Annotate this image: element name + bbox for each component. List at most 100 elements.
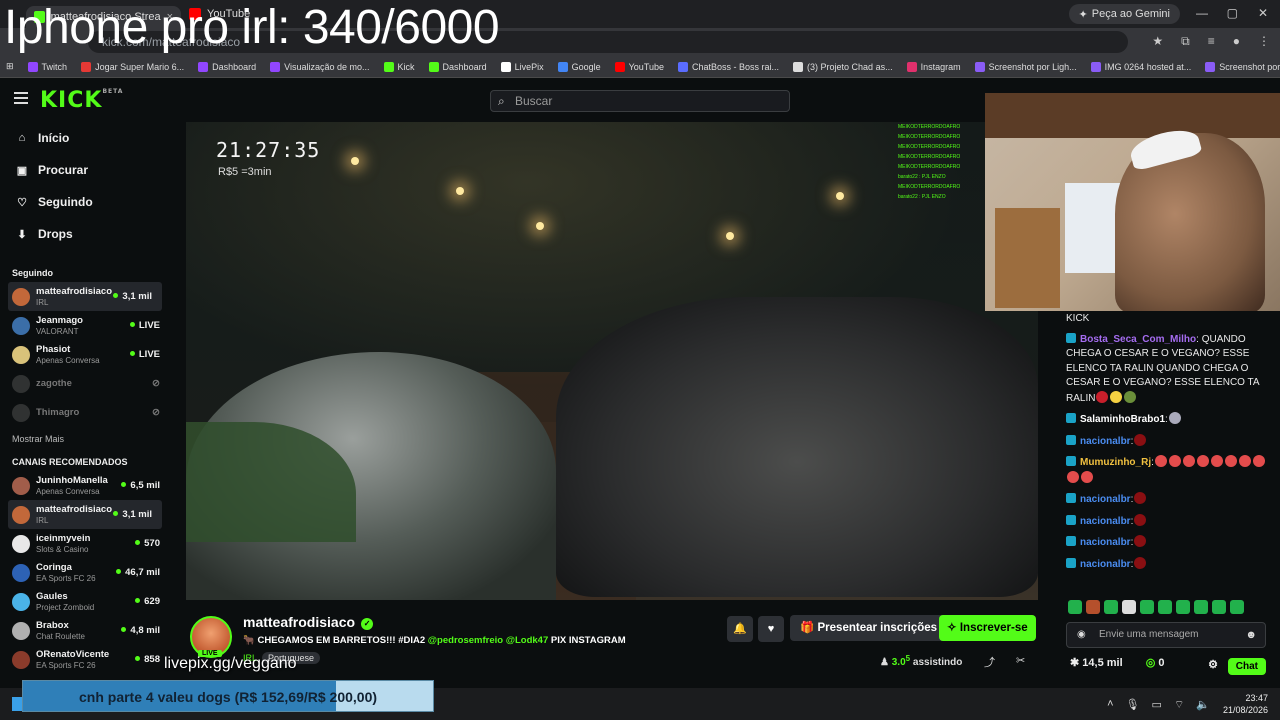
title-mention[interactable]: @Lodk47 xyxy=(506,635,549,646)
taskbar-clock[interactable]: 23:47 21/08/2026 xyxy=(1223,692,1268,716)
chat-username[interactable]: SalaminhoBrabo1 xyxy=(1080,414,1165,425)
kick-logo[interactable]: KICKBETA xyxy=(40,88,123,113)
close-window-icon[interactable]: ✕ xyxy=(1258,6,1268,20)
emote-icon[interactable] xyxy=(1086,600,1100,614)
emoji-icon[interactable]: ☻ xyxy=(1245,623,1257,647)
emote-icon[interactable] xyxy=(1068,600,1082,614)
chat-username[interactable]: nacionalbr xyxy=(1080,537,1131,548)
bookmark-item[interactable]: Twitch xyxy=(27,61,67,72)
menu-icon[interactable]: ⋮ xyxy=(1258,34,1270,49)
chat-username[interactable]: nacionalbr xyxy=(1080,494,1131,505)
channel-item[interactable]: Phasiot Apenas Conversa LIVE xyxy=(0,340,170,369)
chat-username[interactable]: nacionalbr xyxy=(1080,436,1131,447)
channel-item[interactable]: iceinmyvein Slots & Casino 570 xyxy=(0,529,170,558)
chevron-up-icon[interactable]: ˄ xyxy=(1107,698,1113,712)
bookmark-item[interactable]: Dashboard xyxy=(428,61,487,72)
emote-icon[interactable] xyxy=(1140,600,1154,614)
sidebar-nav-início[interactable]: ⌂ Início xyxy=(0,122,170,154)
overlay-title: Iphone pro irl: 340/6000 xyxy=(4,1,500,54)
streamer-name[interactable]: matteafrodisiaco ✓ xyxy=(243,614,374,630)
share-icon[interactable]: ⤴ xyxy=(984,654,995,670)
system-tray: ˄ 🎙 ▭ ⌔ 🔈 xyxy=(1107,698,1210,712)
search-input[interactable]: ⌕ Buscar xyxy=(490,90,790,112)
bookmark-label: Screenshot por Ligh... xyxy=(1219,61,1280,72)
emote-icon[interactable] xyxy=(1104,600,1118,614)
mic-icon[interactable]: 🎙 xyxy=(1126,698,1140,712)
bookmark-favicon-icon xyxy=(974,61,985,72)
volume-icon[interactable]: 🔈 xyxy=(1196,698,1210,712)
channel-item[interactable]: Brabox Chat Roulette 4,8 mil xyxy=(0,616,170,645)
channel-item[interactable]: JuninhoManella Apenas Conversa 6,5 mil xyxy=(0,471,170,500)
bookmark-item[interactable]: Screenshot por Ligh... xyxy=(974,61,1077,72)
bookmark-item[interactable]: ChatBoss - Boss rai... xyxy=(678,61,779,72)
channel-item[interactable]: Coringa EA Sports FC 26 46,7 mil xyxy=(0,558,170,587)
emote-icon[interactable] xyxy=(1122,600,1136,614)
channel-item[interactable]: ORenatoVicente EA Sports FC 26 858 xyxy=(0,645,170,674)
bookmark-item[interactable]: LivePix xyxy=(500,61,544,72)
bookmark-item[interactable]: (3) Projeto Chad as... xyxy=(793,61,893,72)
sidebar-nav-seguindo[interactable]: ♡ Seguindo xyxy=(0,186,170,218)
bookmark-star-icon[interactable]: ★ xyxy=(1152,34,1163,49)
media-icon[interactable]: ≡ xyxy=(1208,34,1215,49)
channel-category: Slots & Casino xyxy=(36,544,89,554)
channel-item[interactable]: matteafrodisiaco IRL 3,1 mil xyxy=(8,500,162,529)
channel-item[interactable]: matteafrodisiaco IRL 3,1 mil xyxy=(8,282,162,311)
notification-bell-button[interactable]: 🔔 xyxy=(727,616,753,642)
subscribe-button[interactable]: ✧ Inscrever-se xyxy=(939,615,1036,641)
chat-username[interactable]: nacionalbr xyxy=(1080,559,1131,570)
chat-settings-icon[interactable]: ◉ xyxy=(1077,623,1086,647)
apps-grid-icon[interactable]: ⊞ xyxy=(6,61,14,72)
chat-username[interactable]: Bosta_Seca_Com_Milho xyxy=(1080,334,1196,345)
emote-icon[interactable] xyxy=(1158,600,1172,614)
channel-item[interactable]: Jeanmago VALORANT LIVE xyxy=(0,311,170,340)
maximize-icon[interactable]: ▢ xyxy=(1227,6,1238,20)
sidebar-nav-procurar[interactable]: ▣ Procurar xyxy=(0,154,170,186)
emote-icon xyxy=(1224,455,1237,467)
bookmark-item[interactable]: Kick xyxy=(383,61,415,72)
chat-placeholder: Envie uma mensagem xyxy=(1099,629,1199,640)
emote-icon xyxy=(1168,455,1181,467)
network-icon[interactable]: ▭ xyxy=(1152,698,1162,712)
search-placeholder: Buscar xyxy=(515,94,553,108)
channel-item[interactable]: zagothe ⊘ xyxy=(0,369,170,398)
channel-name: Phasiot xyxy=(36,343,71,355)
show-more-button[interactable]: Mostrar Mais xyxy=(0,427,170,451)
profile-icon[interactable]: ● xyxy=(1233,34,1240,49)
chat-input[interactable]: ◉ Envie uma mensagem ☻ xyxy=(1066,622,1266,648)
chat-username[interactable]: nacionalbr xyxy=(1080,516,1131,527)
menu-hamburger-icon[interactable] xyxy=(14,92,28,104)
chat-send-button[interactable]: Chat xyxy=(1227,658,1266,675)
recommended-heading: CANAIS RECOMENDADOS xyxy=(12,457,128,467)
emote-icon[interactable] xyxy=(1230,600,1244,614)
bookmark-item[interactable]: Google xyxy=(557,61,601,72)
wifi-icon[interactable]: ⌔ xyxy=(1174,698,1184,712)
mini-chat-line: barato22 : PJL ENZO xyxy=(898,174,946,180)
channel-item[interactable]: Gaules Project Zomboid 629 xyxy=(0,587,170,616)
mini-chat-line: MEIKODTERRORDOAFRO xyxy=(898,124,961,130)
follow-heart-button[interactable]: ♥ xyxy=(758,616,784,642)
bookmark-item[interactable]: Dashboard xyxy=(198,61,256,72)
bookmark-item[interactable]: IMG 0264 hosted at... xyxy=(1090,61,1191,72)
channel-name: zagothe xyxy=(36,378,72,389)
settings-icon[interactable]: ⚙ xyxy=(1208,658,1218,671)
channel-item[interactable]: Thimagro ⊘ xyxy=(0,398,170,427)
bookmark-item[interactable]: YouTube xyxy=(614,61,664,72)
sidebar-nav-drops[interactable]: ⬇ Drops xyxy=(0,218,170,250)
gift-subs-button[interactable]: 🎁 Presentear inscrições xyxy=(790,615,948,641)
bookmark-item[interactable]: Instagram xyxy=(906,61,961,72)
bookmark-item[interactable]: Jogar Super Mario 6... xyxy=(81,61,184,72)
gemini-button[interactable]: ✦ Peça ao Gemini xyxy=(1068,4,1180,24)
bookmark-favicon-icon xyxy=(793,61,804,72)
chat-username[interactable]: Mumuzinho_Rj xyxy=(1080,457,1151,468)
emote-icon[interactable] xyxy=(1212,600,1226,614)
bookmark-item[interactable]: Visualização de mo... xyxy=(270,61,370,72)
extensions-icon[interactable]: ⧉ xyxy=(1181,34,1190,49)
emote-icon[interactable] xyxy=(1176,600,1190,614)
bookmark-favicon-icon xyxy=(1090,61,1101,72)
video-player[interactable]: 21:27:35 R$5 =3min MEIKODTERRORDOAFRO MEI… xyxy=(186,122,1038,600)
emote-icon[interactable] xyxy=(1194,600,1208,614)
title-mention[interactable]: @pedrosemfreio xyxy=(428,635,503,646)
minimize-icon[interactable]: — xyxy=(1196,6,1208,20)
clip-icon[interactable]: ✂ xyxy=(1016,654,1025,667)
bookmark-item[interactable]: Screenshot por Ligh... xyxy=(1205,61,1280,72)
